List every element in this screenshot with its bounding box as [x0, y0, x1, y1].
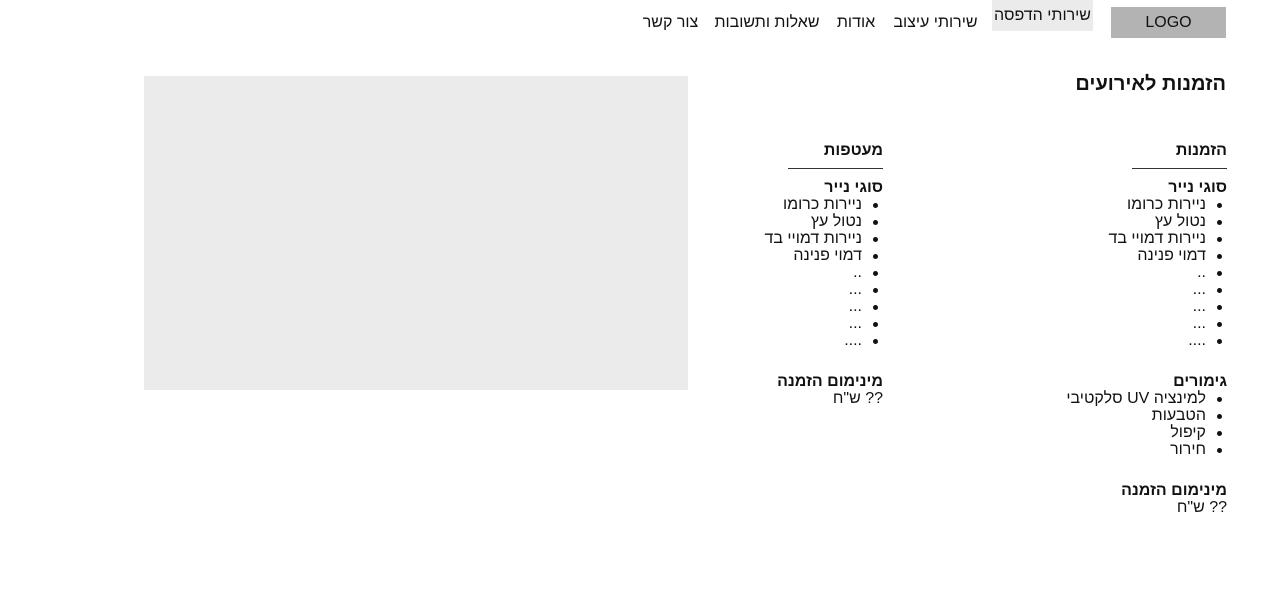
- list-item: דמוי פנינה: [907, 247, 1222, 264]
- list-item: חירור: [907, 441, 1222, 458]
- list-item: דמוי פנינה: [563, 247, 878, 264]
- list-item: ...: [907, 298, 1222, 315]
- list-item: ניירות כרומו: [563, 196, 878, 213]
- envelopes-paper-heading: סוגי נייר: [824, 179, 883, 196]
- list-item: ...: [563, 315, 878, 332]
- envelopes-paper-list: ניירות כרומו נטול עץ ניירות דמויי בד דמו…: [563, 196, 883, 349]
- invitations-paper-list: ניירות כרומו נטול עץ ניירות דמויי בד דמו…: [907, 196, 1227, 349]
- list-item: ...: [563, 281, 878, 298]
- list-item: ....: [563, 332, 878, 349]
- list-item: הטבעות: [907, 407, 1222, 424]
- envelopes-heading: מעטפות: [823, 142, 883, 159]
- nav-item-faq[interactable]: שאלות ותשובות: [714, 7, 820, 38]
- list-item: ...: [907, 315, 1222, 332]
- list-item: ניירות כרומו: [907, 196, 1222, 213]
- list-item: ...: [907, 281, 1222, 298]
- list-item: נטול עץ: [907, 213, 1222, 230]
- invitations-heading: הזמנות: [1175, 142, 1227, 159]
- invitations-minimum-heading: מינימום הזמנה: [1121, 482, 1227, 499]
- invitations-paper-heading: סוגי נייר: [1168, 179, 1227, 196]
- list-item: למינציה UV סלקטיבי: [907, 390, 1222, 407]
- list-item: נטול עץ: [563, 213, 878, 230]
- invitations-minimum-value: ?? ש"ח: [1176, 499, 1227, 516]
- nav-item-about[interactable]: אודות: [833, 7, 879, 38]
- list-item: ניירות דמויי בד: [907, 230, 1222, 247]
- envelopes-minimum-heading: מינימום הזמנה: [777, 373, 883, 390]
- invitations-finishes-list: למינציה UV סלקטיבי הטבעות קיפול חירור: [907, 390, 1227, 458]
- list-item: ...: [563, 298, 878, 315]
- nav-item-printing-services[interactable]: שירותי הדפסה: [992, 0, 1093, 31]
- list-item: ..: [563, 264, 878, 281]
- invitations-finishes-heading: גימורים: [1173, 373, 1227, 390]
- envelopes-column: מעטפות סוגי נייר ניירות כרומו נטול עץ ני…: [563, 141, 883, 407]
- list-item: ניירות דמויי בד: [563, 230, 878, 247]
- list-item: ..: [907, 264, 1222, 281]
- invitations-column: הזמנות סוגי נייר ניירות כרומו נטול עץ ני…: [907, 141, 1227, 516]
- envelopes-divider: [788, 168, 883, 169]
- list-item: ....: [907, 332, 1222, 349]
- nav-item-contact[interactable]: צור קשר: [640, 7, 701, 38]
- envelopes-minimum-value: ?? ש"ח: [832, 390, 883, 407]
- list-item: קיפול: [907, 424, 1222, 441]
- logo[interactable]: LOGO: [1111, 7, 1226, 38]
- invitations-divider: [1132, 168, 1227, 169]
- page-title: הזמנות לאירועים: [1075, 73, 1226, 95]
- nav-item-design-services[interactable]: שירותי עיצוב: [893, 7, 978, 38]
